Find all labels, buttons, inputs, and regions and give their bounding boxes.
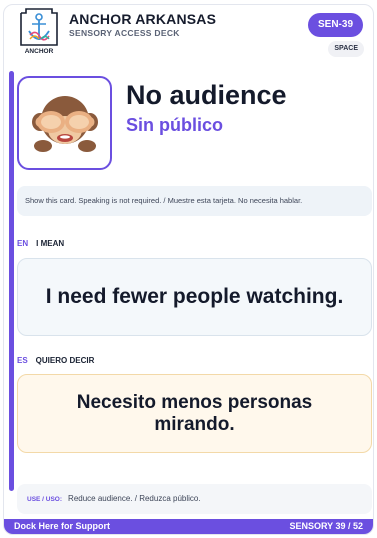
brand-subtitle: SENSORY ACCESS DECK — [69, 28, 180, 38]
usage-label: USE / USO: — [27, 496, 63, 503]
usage-note: USE / USO: Reduce audience. / Reduzca púb… — [17, 484, 372, 514]
spanish-label: QUIERO DECIR — [35, 356, 95, 365]
instruction-note: Show this card. Speaking is not required… — [17, 186, 372, 216]
spanish-label-row: ES QUIERO DECIR — [17, 356, 94, 365]
english-label-row: EN I MEAN — [17, 239, 64, 248]
card-icon-frame — [17, 76, 112, 170]
see-no-evil-monkey-icon — [32, 96, 98, 152]
anchor-logo: ANCHOR — [16, 7, 62, 55]
english-phrase: I need fewer people watching. — [17, 258, 372, 336]
accent-bar — [9, 71, 14, 491]
footer-bar: Dock Here for Support SENSORY 39 / 52 — [4, 519, 373, 534]
spanish-code: ES — [17, 356, 28, 365]
deck-position: SENSORY 39 / 52 — [289, 521, 363, 531]
svg-text:ANCHOR: ANCHOR — [25, 48, 54, 55]
spanish-phrase: Necesito menos personas mirando. — [17, 374, 372, 453]
sensory-card: ANCHOR ANCHOR ARKANSAS SENSORY ACCESS DE… — [3, 4, 374, 535]
english-code: EN — [17, 239, 29, 248]
category-badge: SPACE — [328, 41, 364, 57]
card-subtitle: Sin público — [126, 115, 223, 135]
brand-title: ANCHOR ARKANSAS — [69, 11, 217, 27]
usage-text: Reduce audience. / Reduzca público. — [68, 494, 201, 503]
card-code-badge: SEN-39 — [307, 13, 363, 37]
dock-support-link[interactable]: Dock Here for Support — [14, 519, 110, 534]
english-label: I MEAN — [36, 239, 65, 248]
card-title: No audience — [126, 80, 287, 110]
